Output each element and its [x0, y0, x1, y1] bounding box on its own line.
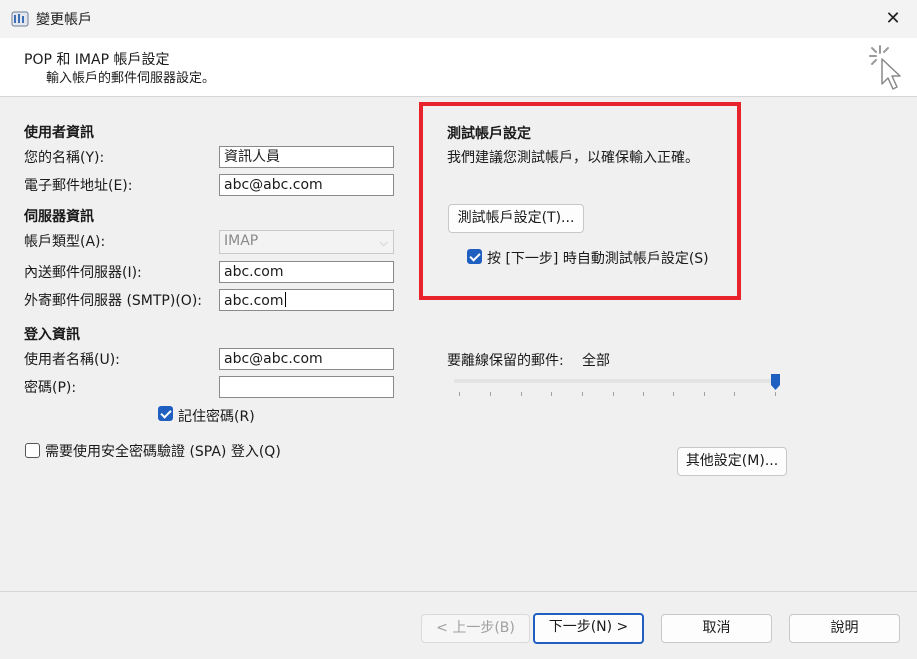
chevron-down-icon: ⌵ — [379, 236, 388, 249]
title-bar: 變更帳戶 ✕ — [0, 0, 917, 38]
username-label: 使用者名稱(U): — [24, 352, 120, 368]
slider-tick — [775, 392, 776, 396]
name-field[interactable]: 資訊人員 — [219, 146, 394, 168]
slider-tick — [613, 392, 614, 396]
account-type-label: 帳戶類型(A): — [24, 234, 106, 250]
account-type-value: IMAP — [224, 233, 259, 249]
slider-tick — [551, 392, 552, 396]
header-title: POP 和 IMAP 帳戶設定 — [24, 52, 170, 68]
slider-tick — [673, 392, 674, 396]
slider-tick — [582, 392, 583, 396]
incoming-server-label: 內送郵件伺服器(I): — [24, 265, 142, 281]
spa-label[interactable]: 需要使用安全密碼驗證 (SPA) 登入(Q) — [45, 441, 281, 461]
server-info-heading: 伺服器資訊 — [24, 209, 94, 225]
account-type-select: IMAP ⌵ — [219, 230, 394, 254]
password-field[interactable] — [219, 376, 394, 398]
header-subtitle: 輸入帳戶的郵件伺服器設定。 — [46, 71, 216, 86]
slider-tick — [734, 392, 735, 396]
test-settings-heading: 測試帳戶設定 — [447, 126, 531, 142]
email-field[interactable]: abc@abc.com — [219, 174, 394, 196]
test-settings-description: 我們建議您測試帳戶，以確保輸入正確。 — [447, 150, 699, 166]
close-icon: ✕ — [885, 8, 901, 29]
close-button[interactable]: ✕ — [880, 6, 906, 32]
slider-tick — [490, 392, 491, 396]
offline-mail-value: 全部 — [582, 353, 610, 369]
username-field[interactable]: abc@abc.com — [219, 348, 394, 370]
outgoing-server-value: abc.com — [224, 293, 284, 309]
outgoing-server-label: 外寄郵件伺服器 (SMTP)(O): — [24, 293, 202, 309]
cancel-button[interactable]: 取消 — [661, 614, 772, 643]
incoming-server-field[interactable]: abc.com — [219, 261, 394, 283]
name-label: 您的名稱(Y): — [24, 150, 105, 166]
user-info-heading: 使用者資訊 — [24, 125, 94, 141]
slider-tick — [643, 392, 644, 396]
password-label: 密碼(P): — [24, 380, 77, 396]
offline-slider-track[interactable] — [454, 379, 776, 383]
offline-mail-label: 要離線保留的郵件: — [447, 353, 564, 369]
outgoing-server-field[interactable]: abc.com — [219, 289, 394, 311]
slider-thumb[interactable] — [771, 374, 780, 390]
text-cursor — [284, 292, 286, 307]
spa-checkbox[interactable] — [25, 443, 40, 458]
login-info-heading: 登入資訊 — [24, 327, 80, 343]
email-label: 電子郵件地址(E): — [24, 178, 133, 194]
outlook-app-icon — [11, 11, 29, 27]
auto-test-label[interactable]: 按 [下一步] 時自動測試帳戶設定(S) — [487, 248, 709, 268]
slider-tick — [704, 392, 705, 396]
slider-tick — [459, 392, 460, 396]
window-title: 變更帳戶 — [36, 12, 92, 28]
remember-password-label[interactable]: 記住密碼(R) — [178, 406, 255, 426]
remember-password-checkbox[interactable] — [158, 406, 173, 421]
more-settings-button[interactable]: 其他設定(M)... — [677, 447, 787, 476]
dialog-header: POP 和 IMAP 帳戶設定 輸入帳戶的郵件伺服器設定。 — [0, 38, 917, 97]
slider-tick — [521, 392, 522, 396]
cursor-click-icon — [869, 45, 901, 90]
help-button[interactable]: 說明 — [789, 614, 900, 643]
auto-test-checkbox[interactable] — [467, 249, 482, 264]
next-button[interactable]: 下一步(N) > — [533, 613, 644, 644]
test-account-button[interactable]: 測試帳戶設定(T)... — [448, 204, 584, 233]
back-button[interactable]: < 上一步(B) — [421, 614, 530, 643]
